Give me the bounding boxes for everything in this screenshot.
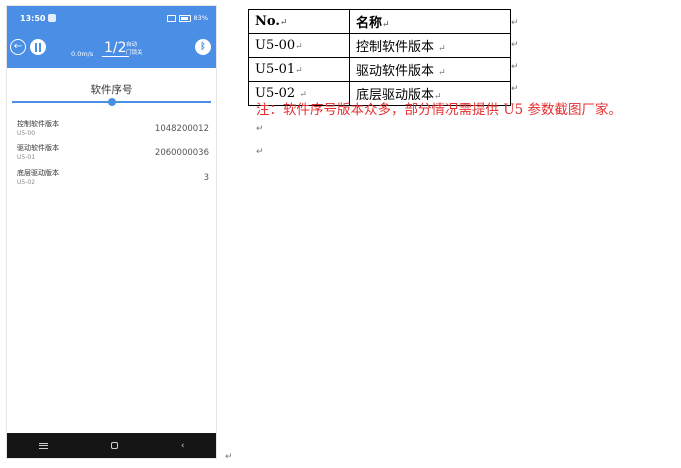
bluetooth-icon[interactable]: ᛒ: [195, 39, 211, 55]
table-cell-name: 驱动软件版本 ↵: [349, 57, 511, 82]
row-label: 控制软件版本: [17, 120, 59, 128]
row-value: 1048200012: [154, 124, 209, 134]
app-header: 13:50 83% ← 0.0m/s 1/2 自动 门锁关 ᛒ: [7, 6, 216, 68]
mode-line-2: 门锁关: [126, 50, 143, 56]
mode-status: 自动 门锁关: [126, 41, 143, 57]
paragraph-mark: ↵: [256, 147, 264, 157]
table-cell-name: 控制软件版本 ↵: [349, 33, 511, 58]
row-end-mark: ↵: [511, 62, 519, 72]
row-label: 驱动软件版本: [17, 144, 59, 152]
table-header-row: No.↵ 名称↵: [248, 9, 511, 34]
list-item: 控制软件版本 U5-00 1048200012: [17, 119, 209, 145]
row-code: U5-02: [17, 179, 36, 186]
table-row: U5-01↵ 驱动软件版本 ↵: [248, 57, 511, 82]
table-cell-code: U5-00↵: [248, 33, 350, 58]
list-item: 底层驱动版本 U5-02 3: [17, 168, 209, 194]
table-header-no: No.↵: [248, 9, 350, 34]
signal-icon: [166, 14, 176, 22]
page-title: 软件序号: [90, 84, 133, 96]
menu-icon[interactable]: [38, 442, 48, 449]
table-header-name: 名称↵: [349, 9, 511, 34]
battery-icon: [178, 14, 191, 22]
software-version-table: No.↵ 名称↵ U5-00↵ 控制软件版本 ↵ U5-01↵ 驱动软件版本 ↵…: [248, 9, 511, 106]
status-time: 13:50: [20, 14, 46, 23]
row-end-mark: ↵: [511, 40, 519, 50]
phone-screenshot: 13:50 83% ← 0.0m/s 1/2 自动 门锁关 ᛒ 软件序号 控制软…: [7, 6, 216, 458]
floor-readout: 1/2: [102, 40, 129, 57]
paragraph-mark: ↵: [225, 452, 233, 462]
list-item: 驱动软件版本 U5-01 2060000036: [17, 143, 209, 169]
battery-percent: 83%: [193, 14, 208, 22]
speed-readout: 0.0m/s: [71, 50, 94, 58]
row-value: 2060000036: [154, 148, 209, 158]
row-end-mark: ↵: [511, 18, 519, 28]
elevator-doors-icon[interactable]: [30, 39, 46, 55]
slider-knob[interactable]: [107, 98, 116, 106]
row-end-mark: ↵: [511, 84, 519, 94]
home-icon[interactable]: [110, 442, 118, 449]
status-icons: 83%: [166, 14, 208, 22]
row-label: 底层驱动版本: [17, 169, 59, 177]
table-row: U5-00↵ 控制软件版本 ↵: [248, 33, 511, 58]
paragraph-mark: ↵: [256, 124, 264, 134]
android-nav-bar: ‹: [7, 433, 216, 458]
row-code: U5-00: [17, 130, 36, 137]
back-chevron-icon[interactable]: ‹: [181, 441, 185, 451]
notification-icon: [48, 14, 56, 22]
row-code: U5-01: [17, 154, 36, 161]
row-value: 3: [203, 173, 209, 183]
mode-line-1: 自动: [126, 42, 138, 48]
back-arrow-circle-icon[interactable]: ←: [10, 39, 26, 55]
red-note: 注：软件序号版本众多，部分情况需提供 U5 参数截图厂家。: [256, 102, 623, 118]
table-cell-code: U5-01↵: [248, 57, 350, 82]
